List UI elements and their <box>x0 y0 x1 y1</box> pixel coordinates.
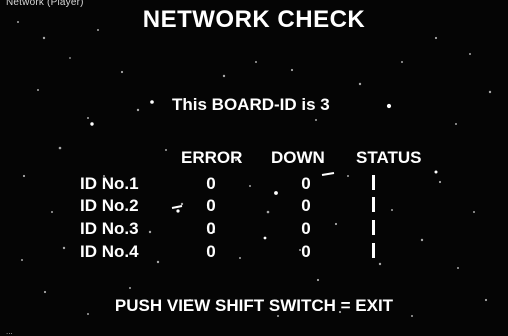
status-indicator-id-1 <box>372 175 375 190</box>
page-title: NETWORK CHECK <box>142 6 366 33</box>
down-value-id-4: 0 <box>301 242 311 261</box>
noise-specks <box>17 21 492 317</box>
down-value-id-3: 0 <box>301 219 311 238</box>
status-indicator-id-4 <box>372 243 375 258</box>
error-value-id-2: 0 <box>206 196 216 215</box>
exit-instruction: PUSH VIEW SHIFT SWITCH = EXIT <box>114 296 394 315</box>
column-header-down: DOWN <box>271 148 325 167</box>
column-header-error: ERROR <box>181 148 243 167</box>
down-value-id-2: 0 <box>301 196 311 215</box>
error-value-id-3: 0 <box>206 219 216 238</box>
error-value-id-4: 0 <box>206 242 216 261</box>
row-label-id-1: ID No.1 <box>80 174 139 193</box>
status-indicator-id-2 <box>372 197 375 212</box>
bottom-caption: ... <box>6 327 13 336</box>
row-label-id-2: ID No.2 <box>80 196 139 215</box>
network-check-screen: Network (Player) NETWORK CHECK This BOAR… <box>0 0 508 336</box>
screen-noise <box>17 21 492 317</box>
row-label-id-3: ID No.3 <box>80 219 139 238</box>
row-label-id-4: ID No.4 <box>80 242 139 261</box>
bright-dots <box>90 100 438 240</box>
board-id-text: This BOARD-ID is 3 <box>172 95 330 114</box>
column-header-status: STATUS <box>356 148 422 167</box>
status-indicator-id-3 <box>372 220 375 235</box>
error-value-id-1: 0 <box>206 174 216 193</box>
down-value-id-1: 0 <box>301 174 311 193</box>
